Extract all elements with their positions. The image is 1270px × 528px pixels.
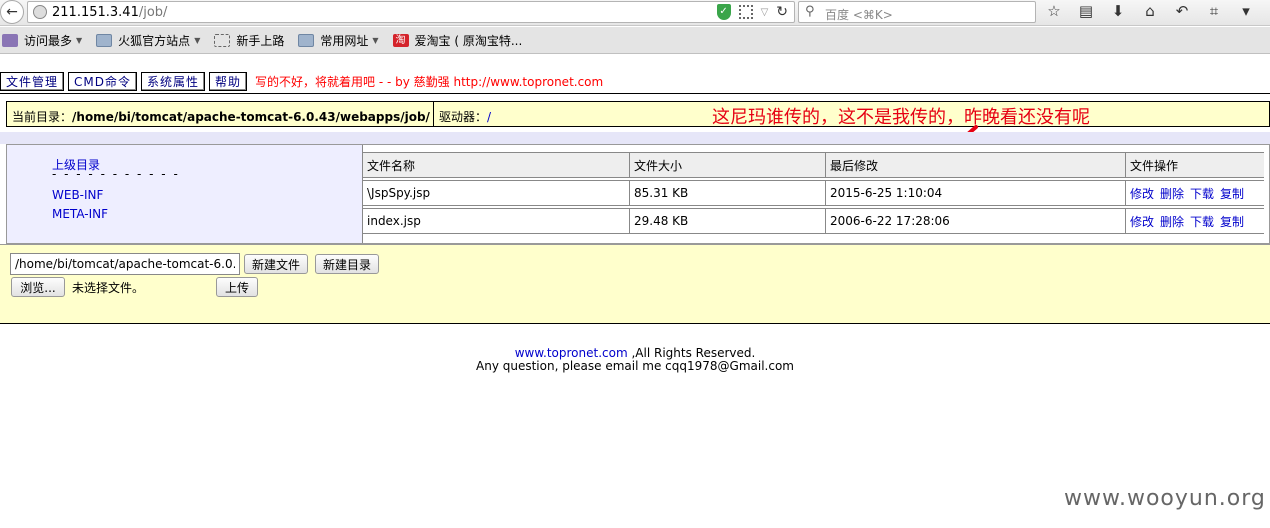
globe-icon (33, 5, 47, 19)
file-ops: 修改 删除 下载 复制 (1125, 180, 1264, 206)
dir-link-meta-inf[interactable]: META-INF (52, 207, 108, 221)
reading-list-icon[interactable]: ▤ (1076, 2, 1096, 20)
current-dir-path: /home/bi/tomcat/apache-tomcat-6.0.43/web… (72, 110, 430, 124)
download-link[interactable]: 下载 (1190, 185, 1214, 202)
drive-selector: 驱动器：/ (439, 110, 492, 124)
browse-button[interactable]: 浏览... (11, 277, 65, 297)
file-ops: 修改 删除 下载 复制 (1125, 208, 1264, 234)
col-header-name: 文件名称 (362, 152, 629, 178)
reload-icon[interactable]: ↻ (776, 4, 788, 20)
action-panel: 新建文件 新建目录 浏览... 未选择文件。 上传 (0, 244, 1270, 324)
back-button[interactable]: ← (0, 0, 24, 24)
file-modified: 2006-6-22 17:28:06 (825, 208, 1125, 234)
divider (0, 93, 1270, 94)
current-dir: 当前目录：/home/bi/tomcat/apache-tomcat-6.0.4… (12, 110, 430, 124)
file-table: 文件名称 文件大小 最后修改 文件操作 \JspSpy.jsp 85.31 KB… (362, 152, 1264, 236)
bookmark-ai-taobao[interactable]: 淘爱淘宝 ( 原淘宝特... (392, 32, 522, 49)
most-visited-icon (2, 33, 18, 47)
system-props-button[interactable]: 系统属性 (141, 71, 206, 91)
shield-icon[interactable]: ✓ (716, 4, 731, 20)
file-size: 29.48 KB (629, 208, 825, 234)
directory-tree: 上级目录 - - - - - - - - - - - WEB-INF META-… (7, 145, 363, 243)
new-dir-button[interactable]: 新建目录 (315, 254, 379, 274)
new-file-button[interactable]: 新建文件 (244, 254, 308, 274)
bookmarks-bar: 访问最多 ▼ 火狐官方站点 ▼ 新手上路 常用网址 ▼ 淘爱淘宝 ( 原淘宝特... (0, 27, 1270, 54)
file-size: 85.31 KB (629, 180, 825, 206)
chevron-down-icon: ▼ (372, 35, 379, 45)
bookmark-common-sites[interactable]: 常用网址 ▼ (298, 32, 379, 49)
footer-contact: Any question, please email me cqq1978@Gm… (476, 359, 794, 373)
upload-button[interactable]: 上传 (216, 277, 258, 297)
dir-link-web-inf[interactable]: WEB-INF (52, 188, 103, 202)
separator: - - - - - - - - - - - (52, 167, 180, 181)
table-header: 文件名称 文件大小 最后修改 文件操作 (362, 152, 1264, 178)
home-icon[interactable]: ⌂ (1140, 2, 1160, 20)
browser-toolbar: ← 211.151.3.41/job/ ✓ ▽ ↻ ⚲ 百度 <⌘K> ☆ ▤ … (0, 0, 1270, 26)
edit-link[interactable]: 修改 (1130, 213, 1154, 230)
file-name: \JspSpy.jsp (362, 180, 629, 206)
url-bar[interactable]: 211.151.3.41/job/ ✓ ▽ ↻ (27, 1, 795, 23)
folder-icon (298, 33, 315, 47)
drive-link[interactable]: / (487, 110, 491, 124)
chevron-down-icon: ▼ (194, 35, 201, 45)
footer: www.topronet.com ,All Rights Reserved. A… (0, 347, 1270, 373)
copy-link[interactable]: 复制 (1220, 213, 1244, 230)
table-row: \JspSpy.jsp 85.31 KB 2015-6-25 1:10:04 修… (362, 180, 1264, 206)
page-icon (214, 33, 231, 47)
dropdown-triangle-icon[interactable]: ▽ (761, 7, 769, 18)
url-text[interactable]: 211.151.3.41/job/ (52, 5, 167, 20)
copy-link[interactable]: 复制 (1220, 185, 1244, 202)
search-bar[interactable]: ⚲ 百度 <⌘K> (798, 1, 1036, 23)
red-annotation-text: 这尼玛谁传的，这不是我传的，昨晚看还没有呢 (712, 107, 1090, 128)
cmd-button[interactable]: CMD命令 (68, 71, 137, 91)
author-credit: 写的不好，将就着用吧 - - by 慈勤强 http://www.toprone… (255, 74, 604, 89)
back-arrow-icon: ← (6, 4, 18, 20)
top-nav: 文件管理 CMD命令 系统属性 帮助 写的不好，将就着用吧 - - by 慈勤强… (0, 71, 603, 91)
file-manager-button[interactable]: 文件管理 (0, 71, 65, 91)
bookmark-most-visited[interactable]: 访问最多 ▼ (2, 32, 82, 49)
bookmark-getting-started[interactable]: 新手上路 (214, 32, 284, 49)
crop-icon[interactable]: ⌗ (1204, 2, 1224, 20)
col-header-ops: 文件操作 (1125, 152, 1264, 178)
download-icon[interactable]: ⬇ (1108, 2, 1128, 20)
no-file-selected: 未选择文件。 (72, 281, 145, 295)
delete-link[interactable]: 删除 (1160, 185, 1184, 202)
folder-icon (96, 33, 113, 47)
download-link[interactable]: 下载 (1190, 213, 1214, 230)
qr-code-icon[interactable] (738, 5, 753, 19)
file-name: index.jsp (362, 208, 629, 234)
history-back-icon[interactable]: ↶ (1172, 2, 1192, 20)
edit-link[interactable]: 修改 (1130, 185, 1154, 202)
bookmark-firefox-sites[interactable]: 火狐官方站点 ▼ (96, 32, 200, 49)
col-header-modified: 最后修改 (825, 152, 1125, 178)
star-icon[interactable]: ☆ (1044, 2, 1064, 20)
help-button[interactable]: 帮助 (209, 71, 248, 91)
search-icon: ⚲ (805, 4, 815, 19)
search-placeholder: 百度 <⌘K> (825, 8, 893, 22)
page-content: 文件管理 CMD命令 系统属性 帮助 写的不好，将就着用吧 - - by 慈勤强… (0, 55, 1270, 528)
watermark: www.wooyun.org (1064, 486, 1266, 511)
taobao-icon: 淘 (392, 33, 409, 47)
path-input[interactable] (10, 253, 240, 275)
delete-link[interactable]: 删除 (1160, 213, 1184, 230)
footer-link[interactable]: www.topronet.com (515, 346, 628, 360)
menu-icon[interactable]: ▾ (1236, 2, 1256, 20)
file-modified: 2015-6-25 1:10:04 (825, 180, 1125, 206)
col-header-size: 文件大小 (629, 152, 825, 178)
chevron-down-icon: ▼ (76, 35, 83, 45)
table-row: index.jsp 29.48 KB 2006-6-22 17:28:06 修改… (362, 208, 1264, 234)
